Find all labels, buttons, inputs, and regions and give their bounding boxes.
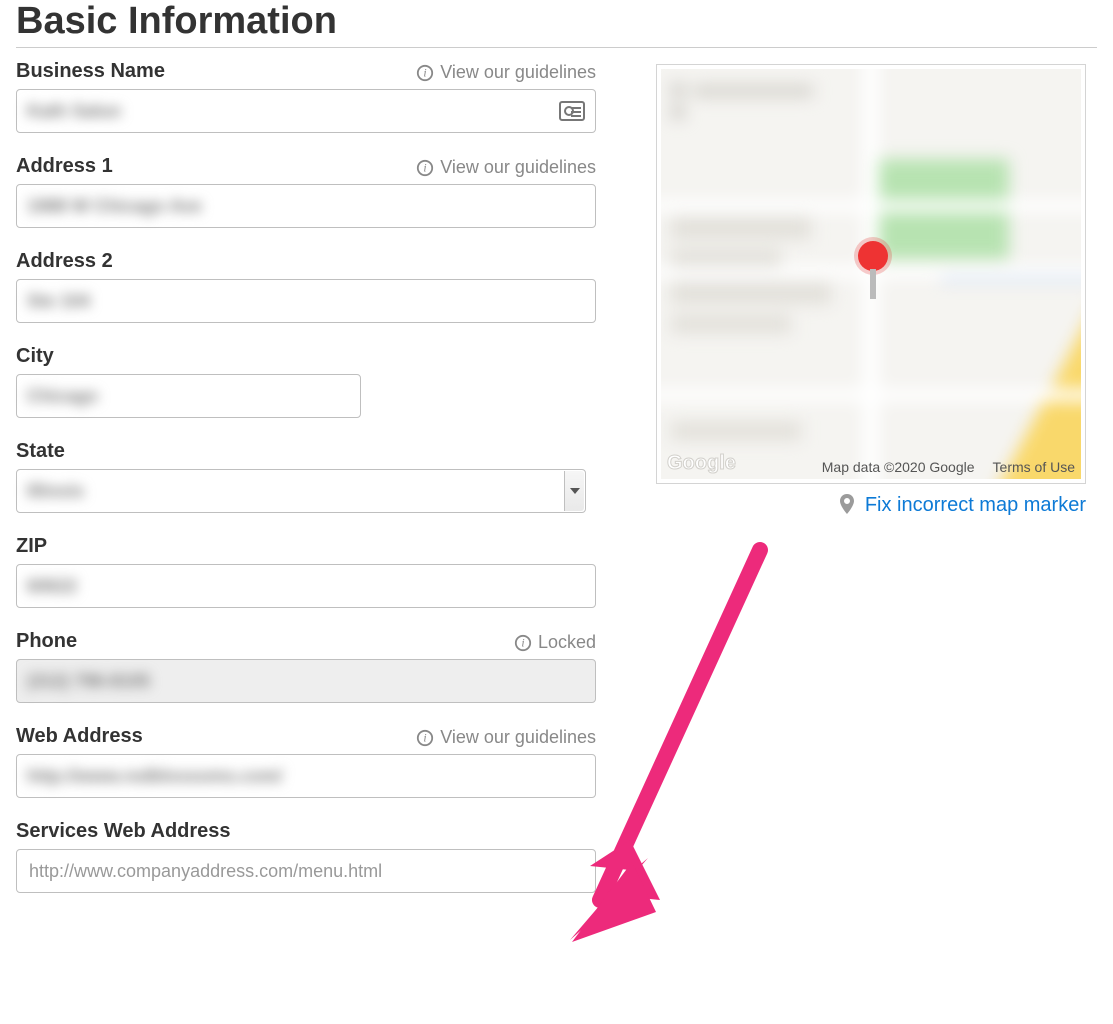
business-name-guidelines-link[interactable]: i View our guidelines xyxy=(416,62,596,83)
address2-label: Address 2 xyxy=(16,250,113,273)
phone-input: (312) 796-8105 xyxy=(16,659,596,703)
services-web-address-field[interactable] xyxy=(27,856,585,886)
pin-icon xyxy=(839,494,861,516)
city-value: Chicago xyxy=(27,386,98,407)
address1-input[interactable]: 1988 W Chicago Ave xyxy=(16,184,596,228)
services-web-address-label: Services Web Address xyxy=(16,820,231,843)
city-input[interactable]: Chicago xyxy=(16,374,361,418)
info-icon: i xyxy=(416,159,434,177)
web-address-label: Web Address xyxy=(16,725,143,748)
svg-text:i: i xyxy=(424,66,427,79)
business-name-label: Business Name xyxy=(16,60,165,83)
services-web-address-input[interactable] xyxy=(16,849,596,893)
section-title: Basic Information xyxy=(16,0,1097,43)
map-attribution: Map data ©2020 Google xyxy=(822,459,975,475)
map-column: Google Map data ©2020 Google Terms of Us… xyxy=(656,60,1086,517)
vcard-icon xyxy=(559,101,585,121)
zip-label: ZIP xyxy=(16,535,47,558)
web-address-input[interactable]: http://www.redblossoms.com/ xyxy=(16,754,596,798)
guidelines-text: View our guidelines xyxy=(440,62,596,83)
guidelines-text: View our guidelines xyxy=(440,727,596,748)
guidelines-text: View our guidelines xyxy=(440,157,596,178)
form-column: Business Name i View our guidelines Kath… xyxy=(16,60,596,897)
address2-input[interactable]: Ste 104 xyxy=(16,279,596,323)
map-terms-link[interactable]: Terms of Use xyxy=(993,459,1075,475)
chevron-down-icon xyxy=(564,471,584,511)
business-name-value: Kath Salun xyxy=(27,101,121,122)
zip-value: 60622 xyxy=(27,576,77,597)
google-logo: Google xyxy=(667,452,736,475)
section-divider xyxy=(16,47,1097,48)
business-name-input[interactable]: Kath Salun xyxy=(16,89,596,133)
fix-map-marker-link[interactable]: Fix incorrect map marker xyxy=(865,494,1086,516)
address1-value: 1988 W Chicago Ave xyxy=(27,196,202,217)
svg-text:i: i xyxy=(424,161,427,174)
address2-value: Ste 104 xyxy=(27,291,90,312)
phone-locked-hint: i Locked xyxy=(514,632,596,653)
city-label: City xyxy=(16,345,54,368)
map-container: Google Map data ©2020 Google Terms of Us… xyxy=(656,64,1086,484)
phone-value: (312) 796-8105 xyxy=(27,671,150,692)
web-address-value: http://www.redblossoms.com/ xyxy=(27,766,282,787)
phone-label: Phone xyxy=(16,630,77,653)
address1-label: Address 1 xyxy=(16,155,113,178)
map[interactable]: Google Map data ©2020 Google Terms of Us… xyxy=(661,69,1081,479)
svg-text:i: i xyxy=(424,731,427,744)
state-value: Illinois xyxy=(27,481,84,502)
info-icon: i xyxy=(416,64,434,82)
web-address-guidelines-link[interactable]: i View our guidelines xyxy=(416,727,596,748)
info-icon: i xyxy=(416,729,434,747)
info-icon: i xyxy=(514,634,532,652)
map-marker-icon xyxy=(858,241,888,299)
state-label: State xyxy=(16,440,65,463)
state-select[interactable]: Illinois xyxy=(16,469,586,513)
locked-text: Locked xyxy=(538,632,596,653)
zip-input[interactable]: 60622 xyxy=(16,564,596,608)
address1-guidelines-link[interactable]: i View our guidelines xyxy=(416,157,596,178)
svg-text:i: i xyxy=(521,636,524,649)
